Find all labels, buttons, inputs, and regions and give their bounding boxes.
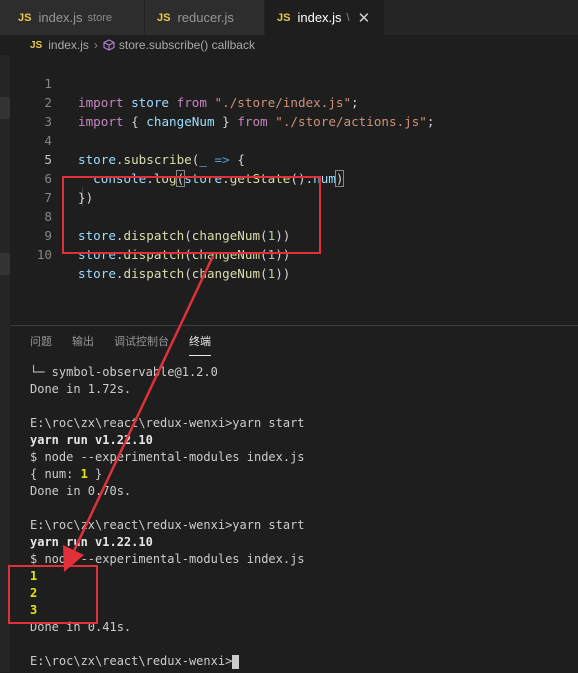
annotation-arrow bbox=[63, 255, 215, 572]
